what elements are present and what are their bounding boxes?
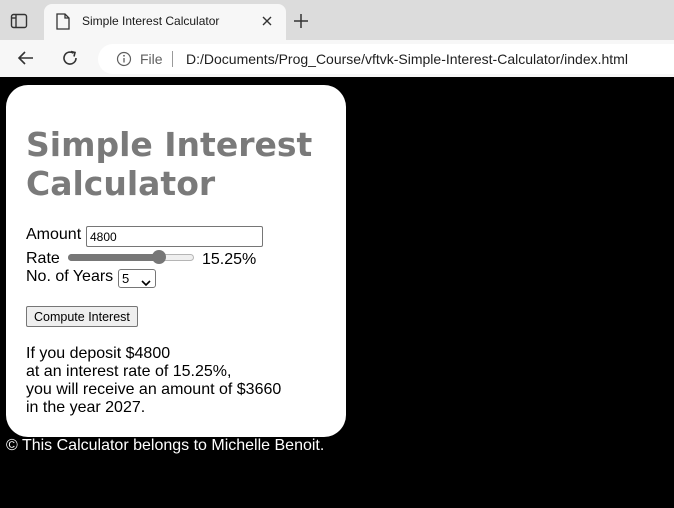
footer-text: © This Calculator belongs to Michelle Be…	[6, 437, 325, 454]
info-icon[interactable]	[116, 51, 132, 72]
result-text: If you deposit $4800 at an interest rate…	[26, 345, 281, 417]
browser-tab-bar: Simple Interest Calculator	[0, 0, 674, 40]
years-select[interactable]: 5	[118, 269, 156, 288]
browser-toolbar: File D:/Documents/Prog_Course/vftvk-Simp…	[0, 40, 674, 77]
years-selected-value: 5	[122, 271, 130, 286]
page-title: Simple Interest Calculator	[26, 125, 313, 203]
rate-slider-fill	[68, 254, 160, 261]
address-bar[interactable]: File D:/Documents/Prog_Course/vftvk-Simp…	[98, 44, 674, 74]
calculator-card: Simple Interest Calculator Amount Rate 1…	[6, 85, 346, 437]
url-text[interactable]: D:/Documents/Prog_Course/vftvk-Simple-In…	[186, 51, 628, 67]
back-arrow-icon[interactable]	[16, 48, 36, 73]
browser-tab[interactable]: Simple Interest Calculator	[44, 4, 286, 40]
years-label: No. of Years	[26, 268, 114, 285]
rate-slider-thumb[interactable]	[152, 250, 166, 264]
reload-icon[interactable]	[60, 48, 80, 73]
scheme-label: File	[140, 51, 163, 67]
result-line: at an interest rate of 15.25%,	[26, 363, 232, 380]
close-icon[interactable]	[260, 14, 274, 33]
rate-value: 15.25%	[202, 251, 257, 268]
page-icon	[56, 13, 70, 35]
compute-interest-button[interactable]: Compute Interest	[26, 306, 138, 327]
chevron-down-icon	[141, 275, 151, 290]
tab-actions-icon[interactable]	[10, 12, 28, 30]
plus-icon[interactable]	[292, 12, 310, 35]
amount-label: Amount	[26, 226, 82, 243]
tab-title: Simple Interest Calculator	[82, 14, 220, 28]
result-line: If you deposit $4800	[26, 345, 171, 362]
result-line: you will receive an amount of $3660	[26, 381, 282, 398]
address-divider	[172, 51, 173, 67]
amount-input[interactable]	[86, 226, 263, 247]
result-line: in the year 2027.	[26, 399, 146, 416]
rate-label: Rate	[26, 250, 60, 267]
